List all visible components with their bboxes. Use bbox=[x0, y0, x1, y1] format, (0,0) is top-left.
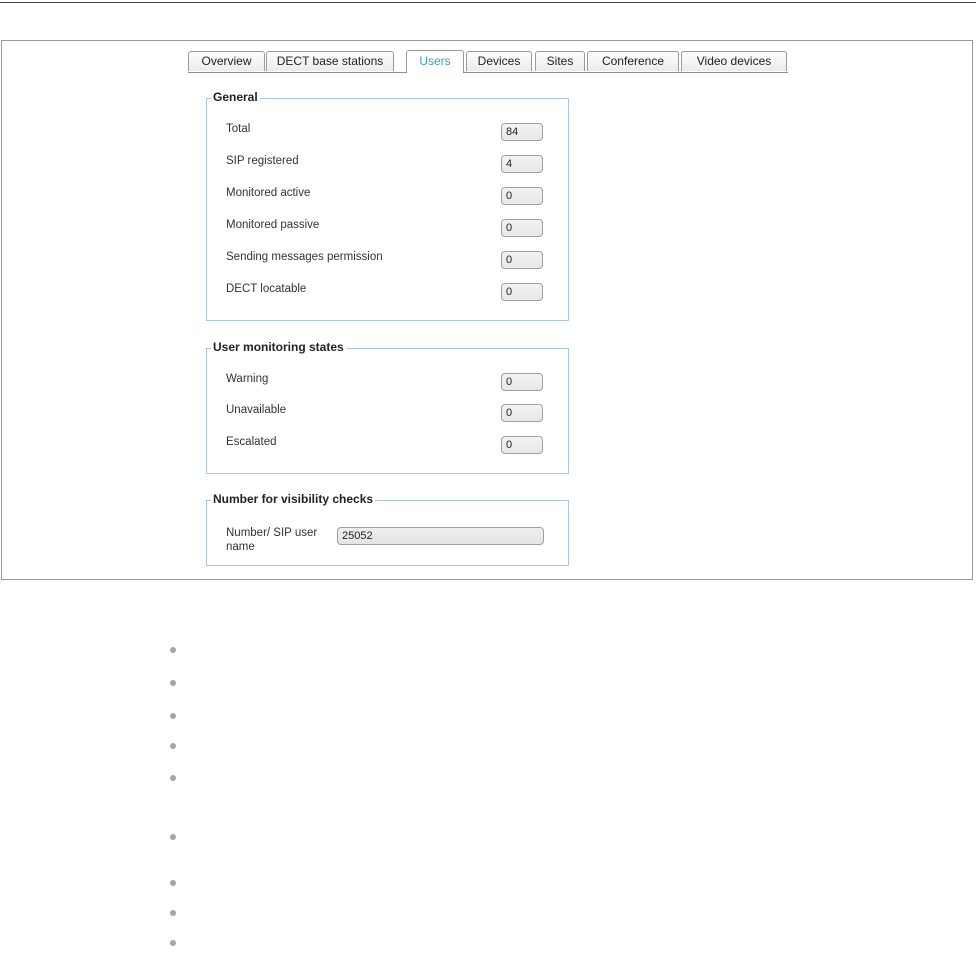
sending-messages-permission-field[interactable]: 0 bbox=[501, 251, 543, 269]
tab-users[interactable]: Users bbox=[406, 50, 464, 73]
bullet-marker bbox=[170, 680, 176, 686]
warning-field[interactable]: 0 bbox=[501, 373, 543, 391]
monitoring-fieldset: User monitoring states Warning 0 Unavail… bbox=[206, 340, 569, 474]
page-top-rule bbox=[0, 2, 976, 3]
total-field[interactable]: 84 bbox=[501, 123, 543, 141]
dect-locatable-field[interactable]: 0 bbox=[501, 283, 543, 301]
monitored-passive-field[interactable]: 0 bbox=[501, 219, 543, 237]
general-legend: General bbox=[211, 90, 260, 104]
bullet-marker bbox=[170, 834, 176, 840]
escalated-label: Escalated bbox=[226, 436, 277, 448]
bullet-marker bbox=[170, 713, 176, 719]
unavailable-field[interactable]: 0 bbox=[501, 404, 543, 422]
unavailable-label: Unavailable bbox=[226, 404, 287, 416]
warning-label: Warning bbox=[226, 373, 269, 385]
number-sip-user-name-field[interactable]: 25052 bbox=[337, 527, 544, 545]
monitored-active-label: Monitored active bbox=[226, 187, 311, 199]
sending-messages-permission-label: Sending messages permission bbox=[226, 251, 383, 263]
visibility-legend: Number for visibility checks bbox=[211, 492, 376, 506]
sip-registered-label: SIP registered bbox=[226, 155, 299, 167]
monitoring-legend: User monitoring states bbox=[211, 340, 346, 354]
tab-baseline bbox=[188, 72, 788, 73]
tab-conference[interactable]: Conference bbox=[587, 51, 679, 71]
dect-locatable-label: DECT locatable bbox=[226, 283, 307, 295]
general-fieldset: General Total 84 SIP registered 4 Monito… bbox=[206, 90, 569, 321]
visibility-fieldset: Number for visibility checks Number/ SIP… bbox=[206, 492, 569, 566]
monitored-active-field[interactable]: 0 bbox=[501, 187, 543, 205]
sip-registered-field[interactable]: 4 bbox=[501, 155, 543, 173]
tab-sites[interactable]: Sites bbox=[535, 51, 585, 71]
total-label: Total bbox=[226, 123, 251, 135]
tab-dect-base-stations[interactable]: DECT base stations bbox=[266, 51, 394, 71]
tab-devices[interactable]: Devices bbox=[466, 51, 532, 71]
bullet-marker bbox=[170, 910, 176, 916]
tab-overview[interactable]: Overview bbox=[188, 51, 265, 71]
bullet-marker bbox=[170, 743, 176, 749]
number-sip-user-name-label: Number/ SIP user name bbox=[226, 527, 318, 553]
bullet-marker bbox=[170, 940, 176, 946]
tab-video-devices[interactable]: Video devices bbox=[681, 51, 787, 71]
bullet-marker bbox=[170, 647, 176, 653]
escalated-field[interactable]: 0 bbox=[501, 436, 543, 454]
bullet-marker bbox=[170, 775, 176, 781]
bullet-marker bbox=[170, 880, 176, 886]
monitored-passive-label: Monitored passive bbox=[226, 219, 320, 231]
